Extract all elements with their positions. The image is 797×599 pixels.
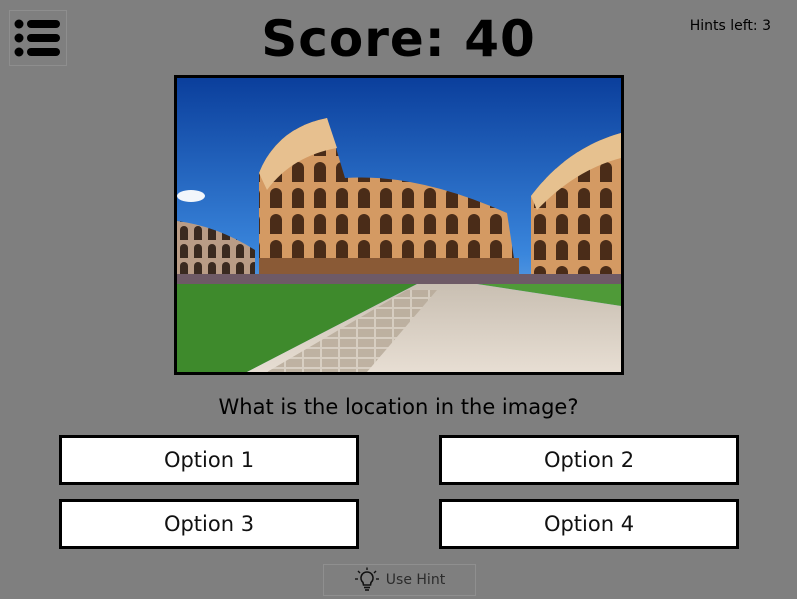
lightbulb-icon <box>354 567 379 591</box>
option-3-button[interactable]: Option 3 <box>59 499 359 549</box>
use-hint-button[interactable]: Use Hint <box>323 564 476 596</box>
score-display: Score: 40 <box>261 10 536 68</box>
option-1-button[interactable]: Option 1 <box>59 435 359 485</box>
use-hint-label: Use Hint <box>385 572 446 588</box>
hints-left-counter: Hints left: 3 <box>689 18 771 34</box>
location-photo <box>174 75 624 375</box>
option-4-button[interactable]: Option 4 <box>439 499 739 549</box>
option-2-button[interactable]: Option 2 <box>439 435 739 485</box>
question-text: What is the location in the image? <box>218 395 579 419</box>
